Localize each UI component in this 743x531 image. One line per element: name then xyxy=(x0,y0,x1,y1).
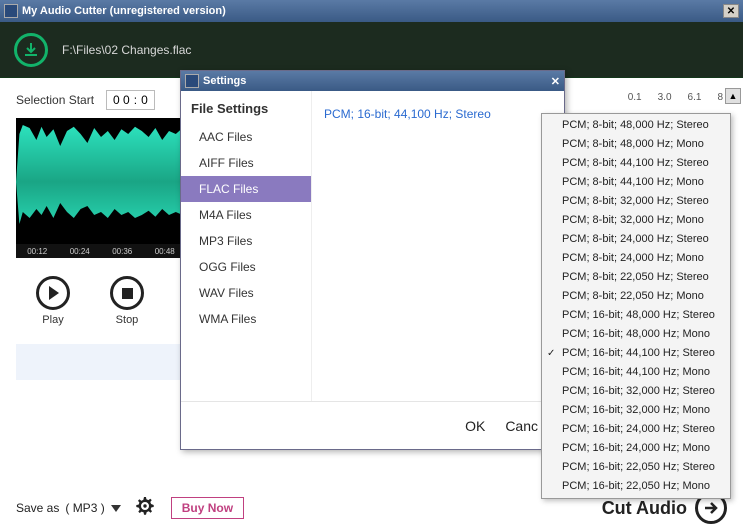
sidebar-item-mp3-files[interactable]: MP3 Files xyxy=(181,228,311,254)
save-as-selector[interactable]: Save as ( MP3 ) xyxy=(16,501,121,515)
format-dropdown-list[interactable]: PCM; 8-bit; 48,000 Hz; StereoPCM; 8-bit;… xyxy=(541,113,731,499)
settings-main: PCM; 16-bit; 44,100 Hz; Stereo xyxy=(311,91,564,401)
settings-title: Settings xyxy=(203,75,551,87)
sidebar-item-wma-files[interactable]: WMA Files xyxy=(181,306,311,332)
app-icon xyxy=(4,4,18,18)
selection-start-value[interactable]: 0 0:0 xyxy=(106,90,155,110)
format-option[interactable]: PCM; 8-bit; 44,100 Hz; Mono xyxy=(542,173,730,192)
format-option[interactable]: PCM; 8-bit; 32,000 Hz; Stereo xyxy=(542,192,730,211)
file-path: F:\Files\02 Changes.flac xyxy=(62,43,191,57)
sidebar-item-ogg-files[interactable]: OGG Files xyxy=(181,254,311,280)
format-option[interactable]: PCM; 16-bit; 48,000 Hz; Mono xyxy=(542,325,730,344)
close-icon[interactable]: ✕ xyxy=(723,4,739,18)
format-option[interactable]: PCM; 16-bit; 32,000 Hz; Mono xyxy=(542,401,730,420)
sidebar-item-aac-files[interactable]: AAC Files xyxy=(181,124,311,150)
format-option[interactable]: PCM; 16-bit; 48,000 Hz; Stereo xyxy=(542,306,730,325)
format-option[interactable]: PCM; 8-bit; 32,000 Hz; Mono xyxy=(542,211,730,230)
settings-app-icon xyxy=(185,74,199,88)
format-option[interactable]: PCM; 16-bit; 22,050 Hz; Mono xyxy=(542,477,730,496)
time-scale: 0.1 3.0 6.1 8 xyxy=(628,92,723,103)
format-option[interactable]: PCM; 8-bit; 48,000 Hz; Stereo xyxy=(542,116,730,135)
format-option[interactable]: PCM; 8-bit; 24,000 Hz; Stereo xyxy=(542,230,730,249)
ok-button[interactable]: OK xyxy=(465,418,485,434)
current-format-dropdown[interactable]: PCM; 16-bit; 44,100 Hz; Stereo xyxy=(324,107,552,121)
sidebar-item-aiff-files[interactable]: AIFF Files xyxy=(181,150,311,176)
selection-start-label: Selection Start xyxy=(16,93,94,107)
cancel-button[interactable]: Canc xyxy=(505,418,538,434)
chevron-down-icon xyxy=(111,505,121,512)
settings-heading: File Settings xyxy=(181,97,311,124)
settings-sidebar: File Settings AAC FilesAIFF FilesFLAC Fi… xyxy=(181,91,311,401)
play-icon xyxy=(49,286,59,300)
format-option[interactable]: PCM; 16-bit; 24,000 Hz; Stereo xyxy=(542,420,730,439)
format-option[interactable]: PCM; 8-bit; 44,100 Hz; Stereo xyxy=(542,154,730,173)
format-option[interactable]: PCM; 16-bit; 22,050 Hz; Stereo xyxy=(542,458,730,477)
sidebar-item-m4a-files[interactable]: M4A Files xyxy=(181,202,311,228)
sidebar-item-wav-files[interactable]: WAV Files xyxy=(181,280,311,306)
settings-close-icon[interactable]: ✕ xyxy=(551,75,560,88)
scroll-up-icon[interactable]: ▲ xyxy=(725,88,741,104)
titlebar[interactable]: My Audio Cutter (unregistered version) ✕ xyxy=(0,0,743,22)
buy-now-button[interactable]: Buy Now xyxy=(171,497,244,519)
format-option[interactable]: PCM; 16-bit; 44,100 Hz; Stereo xyxy=(542,344,730,363)
waveform-display[interactable]: 00:12 00:24 00:36 00:48 xyxy=(16,118,186,258)
load-file-icon[interactable] xyxy=(14,33,48,67)
window-title: My Audio Cutter (unregistered version) xyxy=(22,5,723,17)
format-option[interactable]: PCM; 8-bit; 48,000 Hz; Mono xyxy=(542,135,730,154)
format-option[interactable]: PCM; 8-bit; 22,050 Hz; Mono xyxy=(542,287,730,306)
stop-icon xyxy=(122,288,133,299)
format-option[interactable]: PCM; 8-bit; 24,000 Hz; Mono xyxy=(542,249,730,268)
format-option[interactable]: PCM; 16-bit; 32,000 Hz; Stereo xyxy=(542,382,730,401)
play-button[interactable]: Play xyxy=(36,276,70,326)
gear-icon[interactable] xyxy=(135,496,155,521)
format-option[interactable]: PCM; 8-bit; 22,050 Hz; Stereo xyxy=(542,268,730,287)
format-option[interactable]: PCM; 16-bit; 44,100 Hz; Mono xyxy=(542,363,730,382)
stop-button[interactable]: Stop xyxy=(110,276,144,326)
waveform-ticks: 00:12 00:24 00:36 00:48 xyxy=(16,244,186,258)
format-option[interactable]: PCM; 16-bit; 24,000 Hz; Mono xyxy=(542,439,730,458)
sidebar-item-flac-files[interactable]: FLAC Files xyxy=(181,176,311,202)
settings-titlebar[interactable]: Settings ✕ xyxy=(181,71,564,91)
settings-dialog: Settings ✕ File Settings AAC FilesAIFF F… xyxy=(180,70,565,450)
